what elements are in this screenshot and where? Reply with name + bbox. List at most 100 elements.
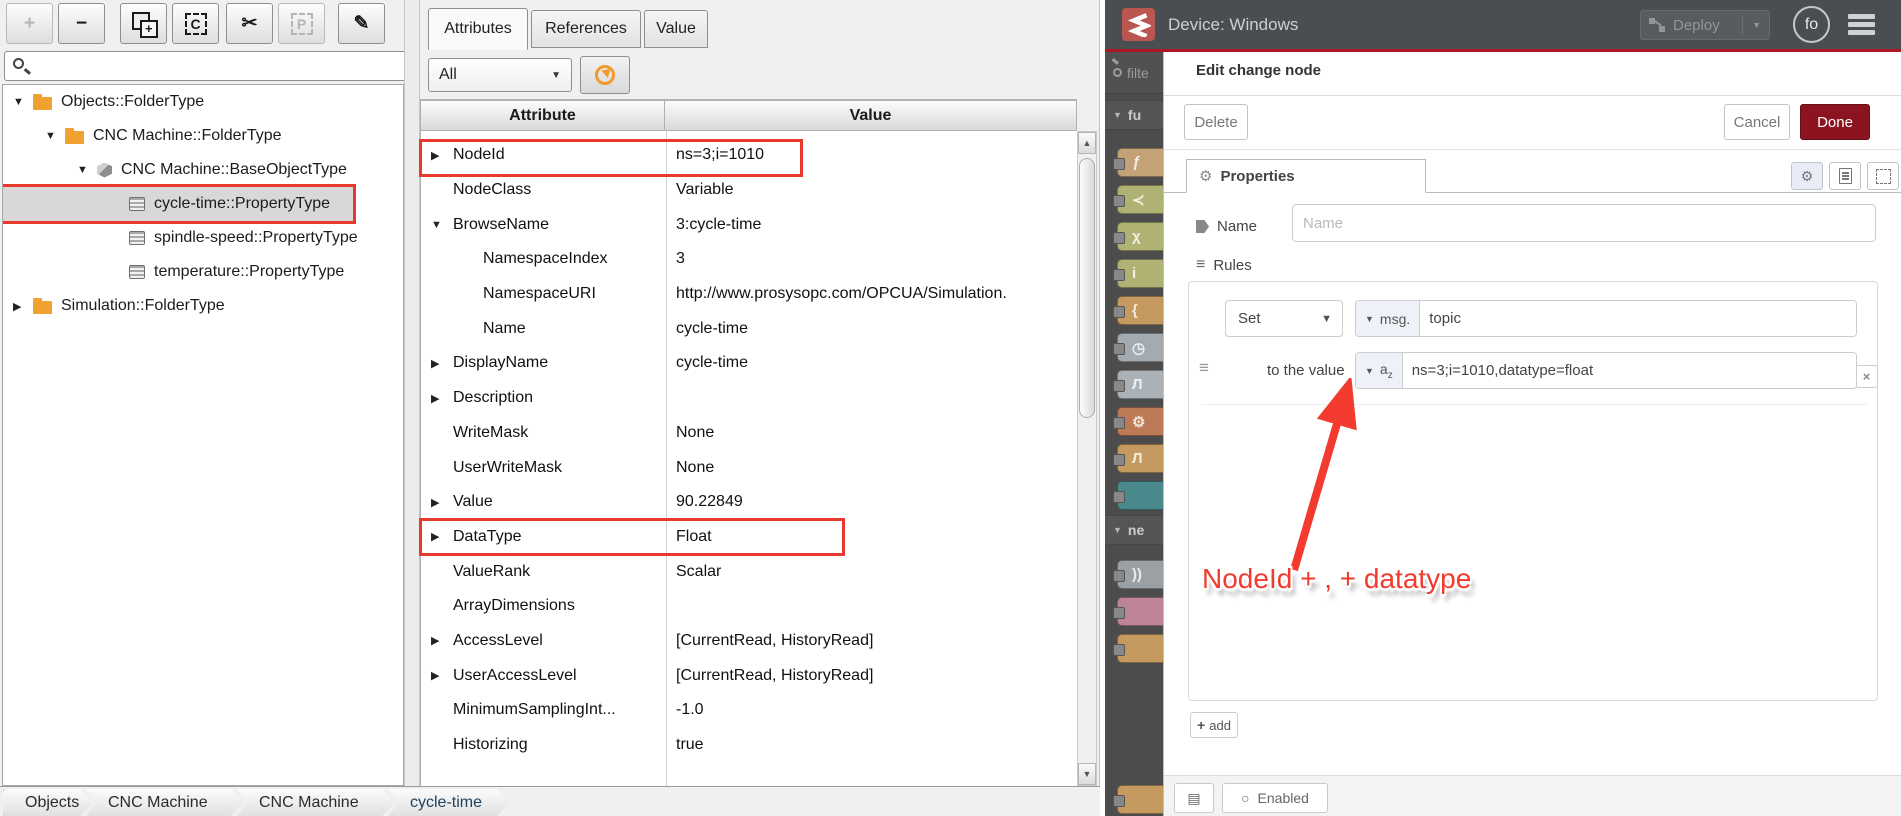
drag-handle-icon[interactable]: ≡ — [1199, 358, 1209, 378]
expander-down-icon[interactable]: ▼ — [77, 164, 97, 176]
table-row-useraccesslevel[interactable]: ▶ UserAccessLevel [CurrentRead, HistoryR… — [421, 658, 1077, 693]
cancel-button[interactable]: Cancel — [1724, 104, 1790, 140]
description-doc-button[interactable] — [1829, 162, 1861, 190]
palette-node-clipped[interactable] — [1113, 785, 1163, 814]
expander-right-icon[interactable]: ▶ — [13, 300, 33, 313]
settings-gear-button[interactable]: ⚙ — [1791, 162, 1823, 190]
table-row-accesslevel[interactable]: ▶ AccessLevel [CurrentRead, HistoryRead] — [421, 624, 1077, 659]
library-book-button[interactable]: ▤ — [1174, 783, 1214, 813]
palette-node-teal[interactable] — [1113, 481, 1163, 510]
table-row-namespaceuri[interactable]: NamespaceURI http://www.prosysopc.com/OP… — [421, 277, 1077, 312]
palette-node-pink[interactable] — [1113, 597, 1163, 626]
rule-value-input[interactable] — [1402, 353, 1856, 388]
bottom-tab-objects[interactable]: Objects — [3, 789, 93, 816]
refresh-button[interactable] — [580, 56, 630, 94]
table-row-writemask[interactable]: WriteMask None — [421, 416, 1077, 451]
done-button[interactable]: Done — [1800, 104, 1870, 140]
column-header-value[interactable]: Value — [665, 100, 1077, 131]
palette-node-parser[interactable]: Л — [1113, 444, 1163, 473]
table-row-minimumsampling[interactable]: MinimumSamplingInt... -1.0 — [421, 693, 1077, 728]
add-rule-button[interactable]: + add — [1190, 712, 1238, 738]
bottom-tab-cnc-machine-2[interactable]: CNC Machine — [237, 789, 395, 816]
bottom-tab-cycle-time[interactable]: cycle-time — [388, 789, 510, 816]
table-row-name[interactable]: Name cycle-time — [421, 311, 1077, 346]
paste-button[interactable]: P — [278, 3, 325, 44]
palette-node-switch[interactable]: ≺ — [1113, 185, 1163, 214]
expander-down-icon[interactable]: ▼ — [45, 130, 65, 142]
user-avatar-badge[interactable]: fo — [1793, 6, 1830, 43]
panel-splitter[interactable] — [404, 0, 420, 786]
expander-down-icon[interactable]: ▼ — [13, 96, 33, 108]
palette-category-network[interactable]: ▼ ne — [1105, 515, 1163, 545]
tree-item-objects[interactable]: ▼ Objects::FolderType — [3, 85, 403, 119]
remove-node-button[interactable]: − — [58, 3, 105, 44]
expander-right-icon[interactable]: ▶ — [431, 669, 451, 682]
edit-button[interactable]: ✎ — [338, 3, 385, 44]
delete-button[interactable]: Delete — [1184, 104, 1248, 140]
rule-action-select[interactable]: Set ▼ — [1225, 300, 1343, 337]
expander-right-icon[interactable]: ▶ — [431, 496, 451, 509]
tab-value[interactable]: Value — [644, 10, 708, 48]
remove-rule-button[interactable]: × — [1855, 365, 1878, 388]
table-row-arraydimensions[interactable]: ArrayDimensions — [421, 589, 1077, 624]
table-row-value[interactable]: ▶ Value 90.22849 — [421, 485, 1077, 520]
palette-node-broadcast[interactable]: )) — [1113, 560, 1163, 589]
deploy-button[interactable]: Deploy ▼ — [1640, 10, 1770, 40]
tab-references[interactable]: References — [531, 10, 641, 48]
palette-category-function[interactable]: ▼ fu — [1105, 100, 1163, 130]
bottom-tab-cnc-machine-1[interactable]: CNC Machine — [86, 789, 244, 816]
duplicate-button[interactable]: + — [120, 3, 167, 44]
string-type-button[interactable]: ▼ az — [1356, 353, 1403, 388]
name-input[interactable] — [1292, 204, 1876, 242]
table-row-browsename[interactable]: ▼ BrowseName 3:cycle-time — [421, 207, 1077, 242]
palette-search[interactable]: filte — [1105, 52, 1163, 94]
table-row-historizing[interactable]: Historizing true — [421, 728, 1077, 763]
table-row-namespaceindex[interactable]: NamespaceIndex 3 — [421, 242, 1077, 277]
tab-properties[interactable]: ⚙ Properties — [1186, 159, 1426, 193]
expander-right-icon[interactable]: ▶ — [431, 149, 451, 162]
add-node-button[interactable]: + — [6, 3, 53, 44]
table-row-userwritemask[interactable]: UserWriteMask None — [421, 450, 1077, 485]
cut-button[interactable]: ✂ — [226, 3, 273, 44]
tree-item-cnc-machine-object[interactable]: ▼ CNC Machine::BaseObjectType — [3, 153, 403, 187]
expander-right-icon[interactable]: ▶ — [431, 634, 451, 647]
palette-node-template[interactable]: i — [1113, 259, 1163, 288]
chevron-down-icon[interactable]: ▼ — [1752, 20, 1761, 30]
enabled-toggle-button[interactable]: ○ Enabled — [1222, 783, 1328, 813]
tree-item-cnc-machine-folder[interactable]: ▼ CNC Machine::FolderType — [3, 119, 403, 153]
scroll-up-button[interactable]: ▲ — [1078, 132, 1096, 154]
copy-button[interactable]: C — [172, 3, 219, 44]
tree-item-temperature[interactable]: temperature::PropertyType — [3, 255, 403, 289]
expander-right-icon[interactable]: ▶ — [431, 530, 451, 543]
palette-node-json[interactable]: { — [1113, 296, 1163, 325]
rule-target-input[interactable] — [1420, 301, 1856, 336]
table-row-valuerank[interactable]: ValueRank Scalar — [421, 554, 1077, 589]
table-row-nodeclass[interactable]: NodeClass Variable — [421, 173, 1077, 208]
tree-item-cycle-time[interactable]: cycle-time::PropertyType — [3, 187, 353, 221]
scrollbar-thumb[interactable] — [1079, 158, 1095, 418]
attribute-filter-dropdown[interactable]: All ▼ — [428, 58, 572, 92]
palette-node-trigger[interactable]: Л — [1113, 370, 1163, 399]
scroll-down-button[interactable]: ▼ — [1078, 763, 1096, 785]
expander-right-icon[interactable]: ▶ — [431, 392, 451, 405]
expander-right-icon[interactable]: ▶ — [431, 357, 451, 370]
column-header-attribute[interactable]: Attribute — [420, 100, 665, 131]
expander-down-icon[interactable]: ▼ — [431, 219, 451, 231]
tree-item-spindle-speed[interactable]: spindle-speed::PropertyType — [3, 221, 403, 255]
table-row-description[interactable]: ▶ Description — [421, 381, 1077, 416]
table-row-displayname[interactable]: ▶ DisplayName cycle-time — [421, 346, 1077, 381]
palette-node-delay[interactable]: ◷ — [1113, 333, 1163, 362]
palette-node-exec[interactable]: ⚙ — [1113, 407, 1163, 436]
msg-type-button[interactable]: ▼ msg. — [1356, 301, 1421, 336]
palette-node-change[interactable]: χ — [1113, 222, 1163, 251]
palette-node-orange[interactable] — [1113, 634, 1163, 663]
tab-attributes[interactable]: Attributes — [428, 8, 528, 50]
table-row-nodeid[interactable]: ▶ NodeId ns=3;i=1010 — [421, 138, 1077, 173]
menu-hamburger-icon[interactable] — [1848, 14, 1875, 35]
palette-node-function[interactable]: ƒ — [1113, 148, 1163, 177]
expand-button[interactable] — [1867, 162, 1899, 190]
table-scrollbar[interactable]: ▲ ▼ — [1077, 131, 1097, 786]
table-row-datatype[interactable]: ▶ DataType Float — [421, 520, 1077, 555]
tree-item-simulation[interactable]: ▶ Simulation::FolderType — [3, 289, 403, 323]
tree-search-input[interactable] — [33, 54, 403, 78]
